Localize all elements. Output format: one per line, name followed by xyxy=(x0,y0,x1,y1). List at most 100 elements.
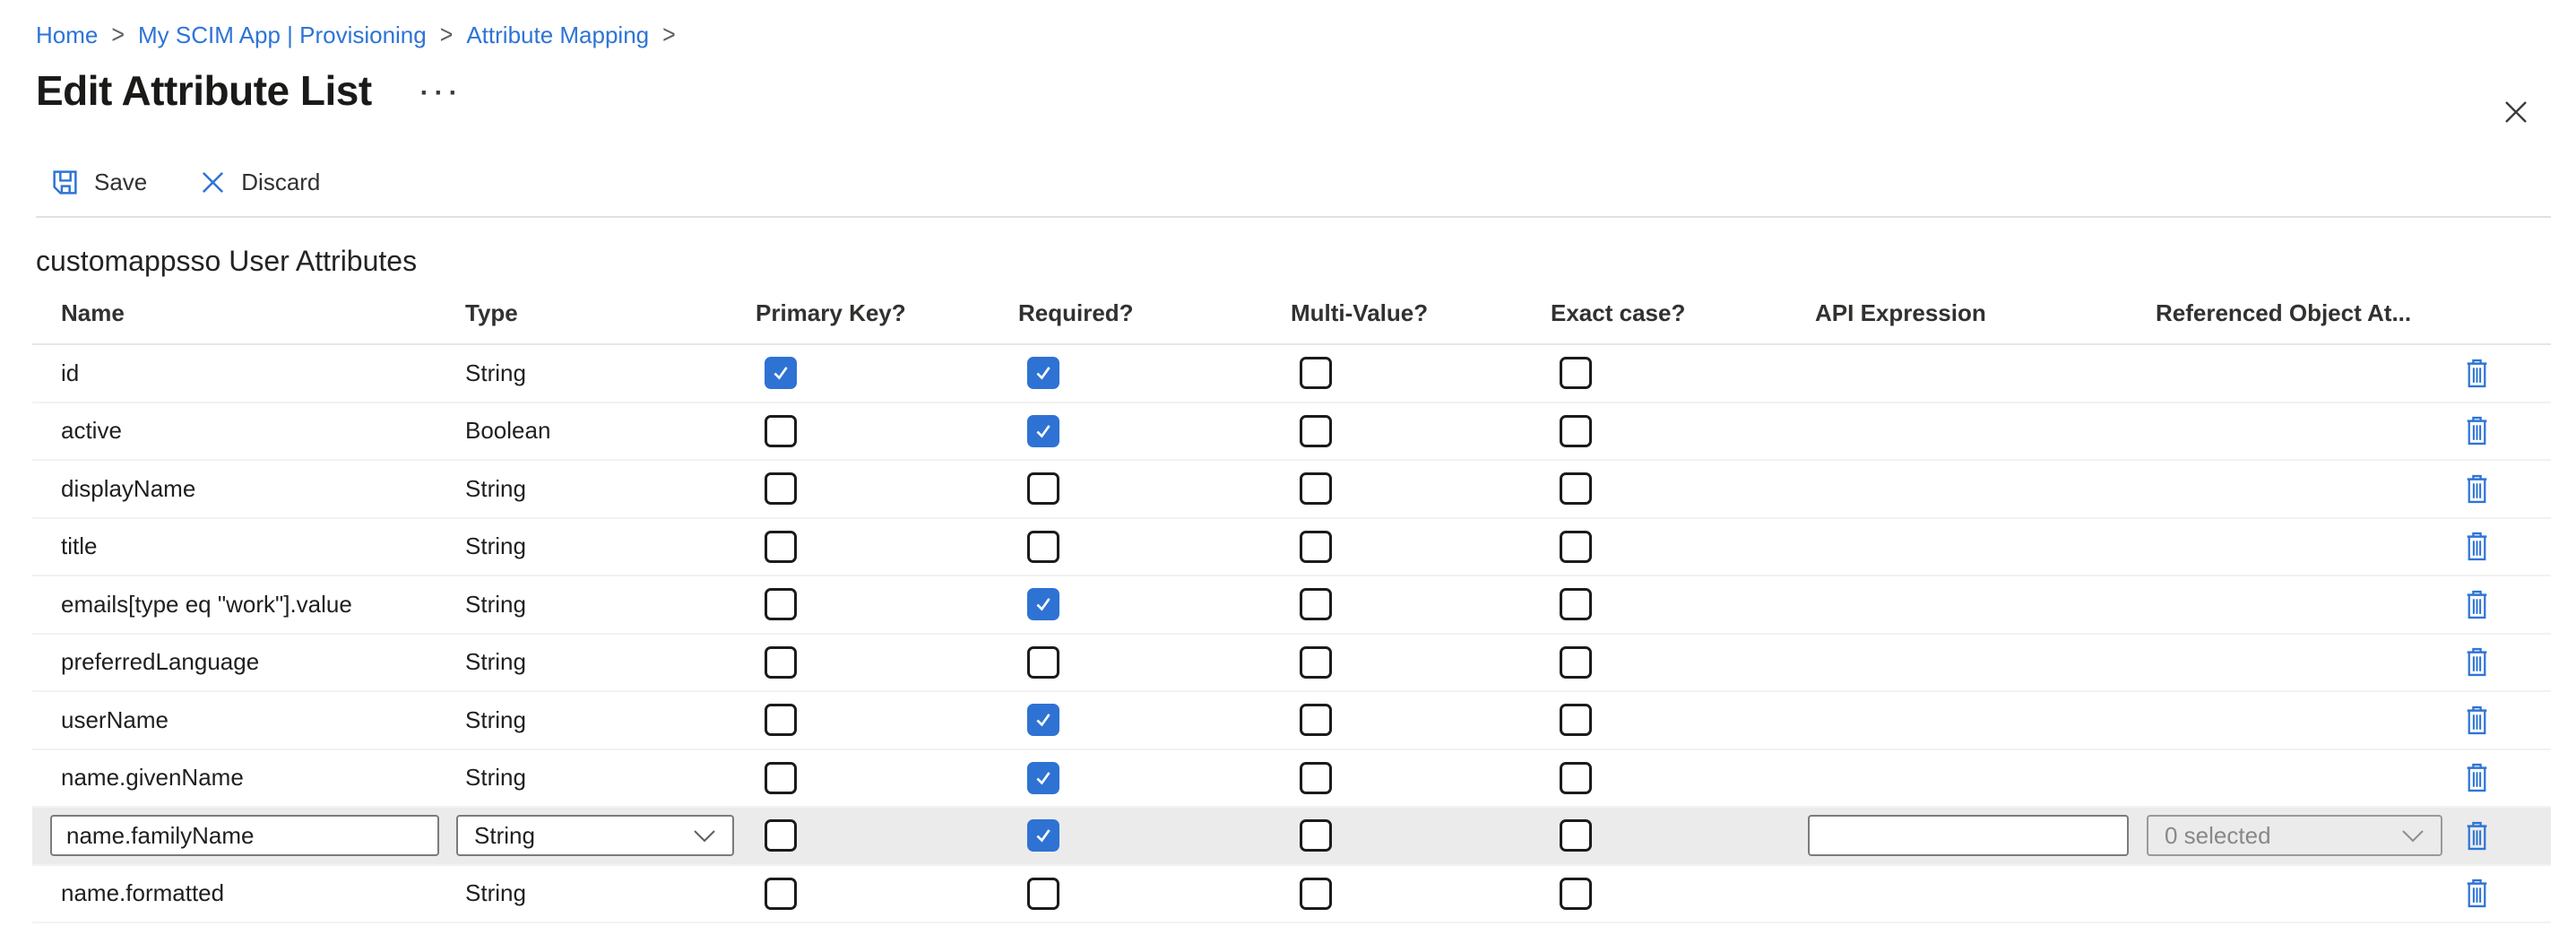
attribute-type: String xyxy=(465,879,526,907)
multi-value-checkbox[interactable] xyxy=(1300,415,1332,447)
api-expression-input[interactable] xyxy=(1808,815,2129,856)
attribute-type: String xyxy=(465,532,526,560)
delete-row-button[interactable] xyxy=(2463,472,2491,506)
multi-value-checkbox[interactable] xyxy=(1300,472,1332,505)
table-row: name.formatted String String xyxy=(32,866,2551,924)
delete-row-button[interactable] xyxy=(2463,704,2491,737)
multi-value-checkbox[interactable] xyxy=(1300,704,1332,736)
attribute-type: String xyxy=(465,706,526,734)
exact-case-checkbox[interactable] xyxy=(1560,704,1592,736)
attribute-type: String xyxy=(465,648,526,676)
close-icon xyxy=(2503,99,2529,125)
trash-icon xyxy=(2465,647,2489,677)
exact-case-checkbox[interactable] xyxy=(1560,762,1592,794)
required-checkbox[interactable] xyxy=(1027,878,1059,910)
save-button[interactable]: Save xyxy=(50,168,147,197)
check-icon xyxy=(1033,826,1053,845)
primary-key-checkbox[interactable] xyxy=(765,415,797,447)
more-options-button[interactable]: ··· xyxy=(417,80,467,107)
attribute-name: userName xyxy=(32,706,169,734)
exact-case-checkbox[interactable] xyxy=(1560,531,1592,563)
required-checkbox[interactable] xyxy=(1027,646,1059,679)
table-row: name.givenName String String xyxy=(32,750,2551,809)
check-icon xyxy=(1033,421,1053,441)
primary-key-checkbox[interactable] xyxy=(765,819,797,852)
breadcrumb-separator: > xyxy=(662,21,676,50)
primary-key-checkbox[interactable] xyxy=(765,878,797,910)
check-icon xyxy=(1033,768,1053,788)
breadcrumb-separator: > xyxy=(111,21,125,50)
delete-row-button[interactable] xyxy=(2463,588,2491,621)
exact-case-checkbox[interactable] xyxy=(1560,646,1592,679)
breadcrumb-home[interactable]: Home xyxy=(36,22,98,49)
column-header-api-expression: API Expression xyxy=(1815,299,2156,327)
multi-value-checkbox[interactable] xyxy=(1300,646,1332,679)
trash-icon xyxy=(2465,416,2489,446)
multi-value-checkbox[interactable] xyxy=(1300,762,1332,794)
table-row: emails[type eq "work"].value String Stri… xyxy=(32,576,2551,635)
close-button[interactable] xyxy=(2499,95,2533,129)
delete-row-button[interactable] xyxy=(2463,645,2491,679)
multi-value-checkbox[interactable] xyxy=(1300,531,1332,563)
referenced-object-value: 0 selected xyxy=(2165,822,2271,850)
delete-row-button[interactable] xyxy=(2463,877,2491,910)
primary-key-checkbox[interactable] xyxy=(765,762,797,794)
exact-case-checkbox[interactable] xyxy=(1560,588,1592,620)
discard-button[interactable]: Discard xyxy=(199,169,320,196)
delete-row-button[interactable] xyxy=(2463,819,2491,852)
column-header-required: Required? xyxy=(1018,299,1291,327)
attribute-type: String xyxy=(465,591,526,619)
attribute-name-input[interactable] xyxy=(50,815,439,856)
required-checkbox[interactable] xyxy=(1027,704,1059,736)
exact-case-checkbox[interactable] xyxy=(1560,819,1592,852)
primary-key-checkbox[interactable] xyxy=(765,472,797,505)
primary-key-checkbox[interactable] xyxy=(765,588,797,620)
required-checkbox[interactable] xyxy=(1027,588,1059,620)
exact-case-checkbox[interactable] xyxy=(1560,357,1592,389)
primary-key-checkbox[interactable] xyxy=(765,531,797,563)
required-checkbox[interactable] xyxy=(1027,819,1059,852)
chevron-down-icon xyxy=(693,829,716,843)
breadcrumb-separator: > xyxy=(440,21,454,50)
breadcrumb-scim-app-provisioning[interactable]: My SCIM App | Provisioning xyxy=(138,22,427,49)
multi-value-checkbox[interactable] xyxy=(1300,588,1332,620)
required-checkbox[interactable] xyxy=(1027,357,1059,389)
required-checkbox[interactable] xyxy=(1027,415,1059,447)
section-title: customappsso User Attributes xyxy=(36,245,2540,278)
exact-case-checkbox[interactable] xyxy=(1560,415,1592,447)
multi-value-checkbox[interactable] xyxy=(1300,357,1332,389)
table-row: displayName String String xyxy=(32,461,2551,519)
primary-key-checkbox[interactable] xyxy=(765,646,797,679)
column-header-name: Name xyxy=(32,299,465,327)
primary-key-checkbox[interactable] xyxy=(765,357,797,389)
toolbar-divider xyxy=(36,216,2551,218)
multi-value-checkbox[interactable] xyxy=(1300,878,1332,910)
column-header-primary-key: Primary Key? xyxy=(756,299,1018,327)
breadcrumb-attribute-mapping[interactable]: Attribute Mapping xyxy=(466,22,649,49)
delete-row-button[interactable] xyxy=(2463,761,2491,794)
table-row: userName String String xyxy=(32,692,2551,750)
check-icon xyxy=(1033,363,1053,383)
delete-row-button[interactable] xyxy=(2463,530,2491,563)
chevron-down-icon xyxy=(2401,829,2425,843)
delete-row-button[interactable] xyxy=(2463,357,2491,390)
table-row: name.familyName String String xyxy=(32,808,2551,866)
required-checkbox[interactable] xyxy=(1027,472,1059,505)
required-checkbox[interactable] xyxy=(1027,762,1059,794)
page-title: Edit Attribute List xyxy=(36,66,372,115)
discard-label: Discard xyxy=(241,169,320,196)
type-dropdown[interactable]: String xyxy=(456,815,734,856)
exact-case-checkbox[interactable] xyxy=(1560,472,1592,505)
exact-case-checkbox[interactable] xyxy=(1560,878,1592,910)
primary-key-checkbox[interactable] xyxy=(765,704,797,736)
multi-value-checkbox[interactable] xyxy=(1300,819,1332,852)
table-body: id String String xyxy=(32,345,2551,923)
column-header-multi-value: Multi-Value? xyxy=(1291,299,1551,327)
required-checkbox[interactable] xyxy=(1027,531,1059,563)
referenced-object-dropdown[interactable]: 0 selected xyxy=(2147,815,2442,856)
attribute-name: name.givenName xyxy=(32,764,244,792)
table-row: active Boolean Boolean xyxy=(32,403,2551,462)
attribute-type: String xyxy=(465,359,526,387)
delete-row-button[interactable] xyxy=(2463,414,2491,447)
table-row: preferredLanguage String String xyxy=(32,635,2551,693)
